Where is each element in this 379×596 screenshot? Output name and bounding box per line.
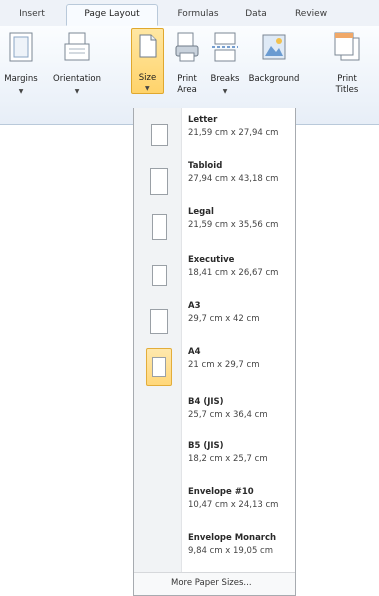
paper-size-icon: [150, 308, 168, 334]
paper-size-name: Executive: [188, 255, 235, 265]
background-icon: [261, 32, 287, 66]
paper-size-icon: [152, 357, 166, 377]
orientation-label: Orientation: [53, 74, 101, 84]
paper-size-dimensions: 25,7 cm x 36,4 cm: [188, 410, 268, 420]
paper-size-dimensions: 18,41 cm x 26,67 cm: [188, 268, 279, 278]
tab-formulas[interactable]: Formulas: [168, 6, 228, 26]
chevron-down-icon: ▼: [145, 85, 150, 92]
tab-data[interactable]: Data: [236, 6, 276, 26]
margins-button[interactable]: Margins ▼: [4, 30, 38, 96]
chevron-down-icon: ▼: [18, 88, 24, 95]
print-area-icon: [175, 32, 199, 66]
tab-page-layout[interactable]: Page Layout: [66, 4, 158, 26]
tab-review[interactable]: Review: [282, 6, 340, 26]
paper-size-name: Legal: [188, 207, 214, 217]
paper-size-name: A3: [188, 301, 201, 311]
paper-size-dimensions: 21 cm x 29,7 cm: [188, 360, 260, 370]
paper-size-dimensions: 29,7 cm x 42 cm: [188, 314, 260, 324]
print-titles-label-line2: Titles: [335, 85, 359, 95]
size-dropdown-menu: Letter 21,59 cm x 27,94 cm Tabloid 27,94 cm…: [133, 108, 296, 596]
paper-size-dimensions: 9,84 cm x 19,05 cm: [188, 546, 274, 556]
margins-icon: [9, 32, 33, 66]
chevron-down-icon: ▼: [222, 88, 228, 95]
paper-size-dimensions: 18,2 cm x 25,7 cm: [188, 454, 268, 464]
paper-size-icon: [150, 124, 168, 146]
orientation-icon: [63, 32, 91, 66]
print-area-button[interactable]: Print Area: [172, 30, 202, 96]
print-area-label-line2: Area: [177, 85, 197, 95]
paper-size-name: Letter: [188, 115, 218, 125]
print-titles-label-line1: Print: [337, 74, 357, 84]
background-button[interactable]: Background: [249, 30, 299, 96]
print-titles-icon: [334, 32, 360, 66]
paper-size-icon: [151, 214, 167, 240]
page-size-icon: [139, 34, 157, 62]
breaks-label: Breaks: [210, 74, 240, 84]
margins-label: Margins: [4, 74, 38, 84]
paper-size-name: Envelope #10: [188, 487, 254, 497]
background-label: Background: [248, 74, 300, 84]
breaks-icon: [211, 32, 239, 66]
paper-size-dimensions: 27,94 cm x 43,18 cm: [188, 174, 279, 184]
tab-insert[interactable]: Insert: [10, 6, 54, 26]
ribbon-tab-bar: Insert Page Layout Formulas Data Review: [0, 0, 379, 27]
print-titles-button[interactable]: Print Titles: [330, 30, 364, 96]
paper-size-name: Envelope Monarch: [188, 533, 277, 543]
paper-size-name: B4 (JIS): [188, 397, 224, 407]
paper-size-dimensions: 21,59 cm x 35,56 cm: [188, 220, 279, 230]
orientation-button[interactable]: Orientation ▼: [53, 30, 101, 96]
paper-size-name: A4: [188, 347, 201, 357]
chevron-down-icon: ▼: [74, 88, 80, 95]
paper-size-name: B5 (JIS): [188, 441, 224, 451]
paper-size-icon: [150, 167, 168, 195]
size-button[interactable]: Size ▼: [131, 28, 164, 94]
paper-size-name: Tabloid: [188, 161, 223, 171]
size-label: Size: [138, 73, 157, 83]
paper-size-item[interactable]: A4 21 cm x 29,7 cm: [134, 340, 295, 396]
paper-size-icon: [151, 264, 167, 286]
more-paper-sizes-item[interactable]: More Paper Sizes...: [134, 572, 295, 595]
paper-size-dimensions: 21,59 cm x 27,94 cm: [188, 128, 279, 138]
breaks-button[interactable]: Breaks ▼: [208, 30, 242, 96]
more-paper-sizes-label: More Paper Sizes...: [171, 578, 252, 588]
paper-size-dimensions: 10,47 cm x 24,13 cm: [188, 500, 279, 510]
